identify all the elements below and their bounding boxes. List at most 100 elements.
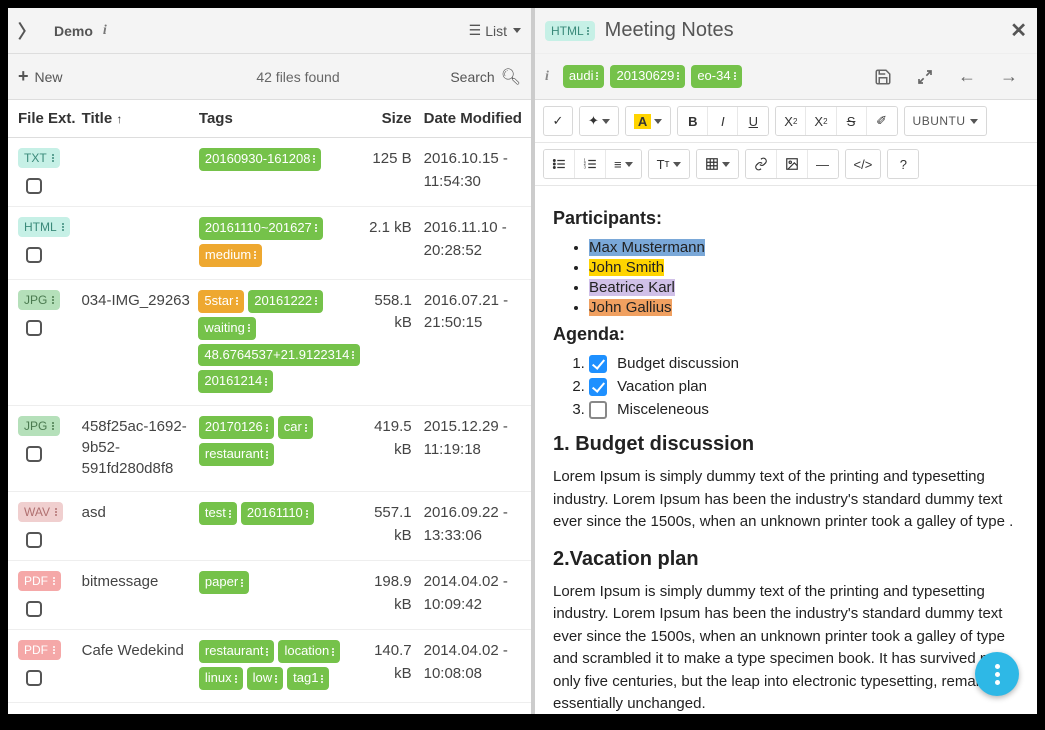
arrow-left-icon[interactable]: ←: [957, 67, 977, 87]
col-size-header[interactable]: Size: [358, 110, 416, 127]
row-checkbox[interactable]: [26, 178, 42, 194]
agenda-label: Vacation plan: [613, 378, 707, 395]
tag[interactable]: restaurant: [199, 443, 275, 466]
tag[interactable]: 20161110~201627: [199, 217, 323, 240]
tag[interactable]: location: [278, 640, 340, 663]
ext-badge[interactable]: HTML: [18, 217, 70, 237]
help-button[interactable]: ?: [888, 150, 918, 178]
row-date: 2014.04.02 - 10:08:08: [416, 640, 525, 690]
table-row[interactable]: PDFbitmessagepaper198.9 kB2014.04.02 - 1…: [8, 561, 531, 630]
row-checkbox[interactable]: [26, 670, 42, 686]
tag[interactable]: medium: [199, 244, 262, 267]
row-checkbox[interactable]: [26, 247, 42, 263]
arrow-right-icon[interactable]: →: [999, 67, 1019, 87]
table-row[interactable]: JPG458f25ac-1692-9b52-591fd280d8f8201701…: [8, 406, 531, 492]
tag[interactable]: car: [278, 416, 313, 439]
tag[interactable]: 20160930-161208: [199, 148, 322, 171]
subscript-button[interactable]: X2: [806, 107, 836, 135]
col-tags-header[interactable]: Tags: [199, 110, 358, 127]
search-icon: 🔍︎: [501, 67, 521, 87]
text-style-button[interactable]: Tт: [649, 150, 689, 178]
new-button[interactable]: + New: [18, 66, 63, 87]
ext-badge[interactable]: JPG: [18, 416, 60, 436]
checkbox[interactable]: [589, 378, 607, 396]
breadcrumb[interactable]: Demo: [54, 23, 93, 39]
tag[interactable]: linux: [199, 667, 243, 690]
view-mode-button[interactable]: ☰ List: [469, 22, 521, 39]
info-icon[interactable]: i: [545, 69, 549, 85]
chevron-right-icon[interactable]: 〉: [18, 18, 36, 44]
superscript-button[interactable]: X2: [776, 107, 806, 135]
section-2-body: Lorem Ipsum is simply dummy text of the …: [553, 581, 1019, 714]
tag[interactable]: 20130629: [610, 65, 685, 88]
view-mode-label: List: [485, 23, 507, 39]
tag[interactable]: 20161110: [241, 502, 314, 525]
ext-badge[interactable]: PDF: [18, 571, 61, 591]
ext-badge[interactable]: JPG: [18, 290, 60, 310]
underline-button[interactable]: U: [738, 107, 768, 135]
checkbox[interactable]: [589, 401, 607, 419]
check-button[interactable]: ✓: [543, 106, 573, 136]
checkbox[interactable]: [589, 355, 607, 373]
tag[interactable]: paper: [199, 571, 249, 594]
row-checkbox[interactable]: [26, 320, 42, 336]
table-row[interactable]: PDFCafe Wedekindrestaurantlocationlinuxl…: [8, 630, 531, 703]
tag[interactable]: audi: [563, 65, 605, 88]
col-ext-header[interactable]: File Ext.: [14, 110, 82, 127]
tag[interactable]: low: [247, 667, 284, 690]
link-button[interactable]: [746, 150, 777, 178]
eraser-button[interactable]: ✐: [867, 107, 897, 135]
search-button[interactable]: Search 🔍︎: [450, 67, 521, 87]
row-checkbox[interactable]: [26, 532, 42, 548]
tag[interactable]: eo-34: [691, 65, 741, 88]
col-date-header[interactable]: Date Modified: [416, 110, 525, 127]
editor-body[interactable]: Participants: Max MustermannJohn SmithBe…: [535, 186, 1037, 714]
fab-button[interactable]: [975, 652, 1019, 696]
italic-button[interactable]: I: [708, 107, 738, 135]
image-button[interactable]: [777, 150, 808, 178]
table-button[interactable]: [697, 150, 738, 178]
magic-button[interactable]: ✦: [580, 107, 618, 135]
tag[interactable]: restaurant: [199, 640, 275, 663]
tag[interactable]: 20170126: [199, 416, 274, 439]
document-tags: audi20130629 eo-34: [563, 65, 742, 88]
info-icon[interactable]: i: [103, 23, 107, 39]
tag[interactable]: 20161214: [198, 370, 273, 393]
tag[interactable]: 20161222: [248, 290, 323, 313]
table-header: File Ext. Title ↑ Tags Size Date Modifie…: [8, 100, 531, 138]
ext-badge[interactable]: PDF: [18, 640, 61, 660]
hr-button[interactable]: —: [808, 150, 838, 178]
expand-icon[interactable]: [915, 67, 935, 87]
col-title-header[interactable]: Title ↑: [82, 110, 199, 127]
bold-button[interactable]: B: [678, 107, 708, 135]
align-button[interactable]: ≡: [606, 150, 641, 178]
strikethrough-button[interactable]: S: [837, 107, 867, 135]
tag[interactable]: 48.6764537+21.9122314: [198, 344, 360, 367]
table-row[interactable]: WAVasdtest20161110557.1 kB2016.09.22 - 1…: [8, 492, 531, 561]
table-row[interactable]: TXT20160930-161208125 B2016.10.15 - 11:5…: [8, 138, 531, 207]
tag[interactable]: 5star: [198, 290, 244, 313]
ul-button[interactable]: [544, 150, 575, 178]
row-checkbox[interactable]: [26, 601, 42, 617]
table-row[interactable]: HTML20161110~201627medium2.1 kB2016.11.1…: [8, 207, 531, 280]
highlight-color-button[interactable]: A: [626, 107, 670, 135]
agenda-label: Misceleneous: [613, 401, 709, 418]
tag[interactable]: waiting: [198, 317, 255, 340]
list-item: John Gallius: [589, 299, 1019, 316]
ext-badge[interactable]: WAV: [18, 502, 63, 522]
filetype-badge[interactable]: HTML: [545, 21, 595, 41]
table-row[interactable]: JPG034-IMG_292635star20161222waiting48.6…: [8, 280, 531, 407]
agenda-heading: Agenda:: [553, 324, 1019, 345]
row-checkbox[interactable]: [26, 446, 42, 462]
row-title: bitmessage: [82, 571, 199, 617]
font-family-combo[interactable]: UBUNTU: [904, 106, 987, 136]
close-icon[interactable]: ✕: [1010, 18, 1027, 43]
ext-badge[interactable]: TXT: [18, 148, 60, 168]
list-item: Beatrice Karl: [589, 279, 1019, 296]
code-button[interactable]: </>: [846, 150, 881, 178]
tag[interactable]: tag1: [287, 667, 329, 690]
save-icon[interactable]: [873, 67, 893, 87]
file-list-pane: 〉 Demo i ☰ List + New 42 files found Sea…: [8, 8, 535, 714]
tag[interactable]: test: [199, 502, 237, 525]
ol-button[interactable]: 123: [575, 150, 606, 178]
